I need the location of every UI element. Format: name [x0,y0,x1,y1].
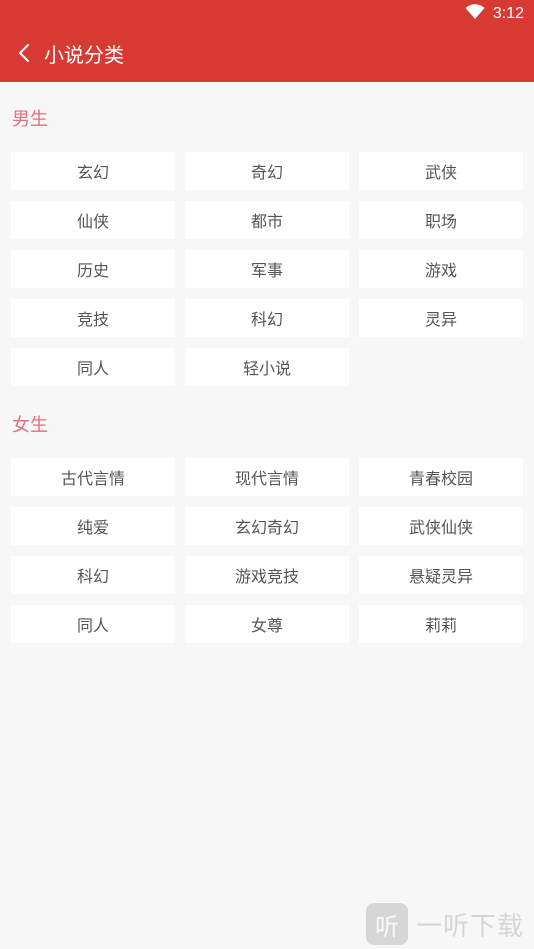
category-tile[interactable]: 武侠仙侠 [359,507,523,545]
category-tile[interactable]: 莉莉 [359,605,523,643]
category-tile[interactable]: 轻小说 [185,348,349,386]
app-bar: 小说分类 [0,28,534,82]
category-tile[interactable]: 科幻 [185,299,349,337]
wifi-icon [465,3,485,25]
category-tile[interactable]: 都市 [185,201,349,239]
watermark-icon: 听 [365,903,408,945]
chevron-left-icon [17,43,31,67]
category-tile[interactable]: 古代言情 [11,458,175,496]
category-tile[interactable]: 纯爱 [11,507,175,545]
status-bar: 3:12 [0,0,534,28]
watermark-text: 一听下载 [415,911,524,942]
category-grid-male: 玄幻 奇幻 武侠 仙侠 都市 职场 历史 军事 游戏 竞技 科幻 灵异 同人 轻… [11,152,523,386]
category-tile[interactable]: 悬疑灵异 [359,556,523,594]
section-title-male: 男生 [12,109,48,130]
category-tile[interactable]: 历史 [11,250,175,288]
category-tile[interactable]: 同人 [11,605,175,643]
page-title: 小说分类 [44,43,124,67]
status-time: 3:12 [492,5,524,22]
category-tile[interactable]: 青春校园 [359,458,523,496]
section-title-female: 女生 [12,415,48,436]
category-tile[interactable]: 游戏 [359,250,523,288]
category-tile[interactable]: 玄幻 [11,152,175,190]
category-tile[interactable]: 女尊 [185,605,349,643]
category-tile[interactable]: 军事 [185,250,349,288]
status-indicators: 3:12 [465,3,524,25]
category-tile[interactable]: 游戏竞技 [185,556,349,594]
category-tile[interactable]: 奇幻 [185,152,349,190]
category-tile[interactable]: 玄幻奇幻 [185,507,349,545]
category-tile[interactable]: 仙侠 [11,201,175,239]
back-button[interactable] [10,39,38,71]
category-tile[interactable]: 职场 [359,201,523,239]
category-tile[interactable]: 同人 [11,348,175,386]
category-tile[interactable]: 武侠 [359,152,523,190]
category-tile[interactable]: 科幻 [11,556,175,594]
category-tile[interactable]: 现代言情 [185,458,349,496]
category-grid-female: 古代言情 现代言情 青春校园 纯爱 玄幻奇幻 武侠仙侠 科幻 游戏竞技 悬疑灵异… [11,458,523,643]
category-tile[interactable]: 竞技 [11,299,175,337]
category-tile[interactable]: 灵异 [359,299,523,337]
watermark-logo: 听 一听下载 [365,903,524,945]
